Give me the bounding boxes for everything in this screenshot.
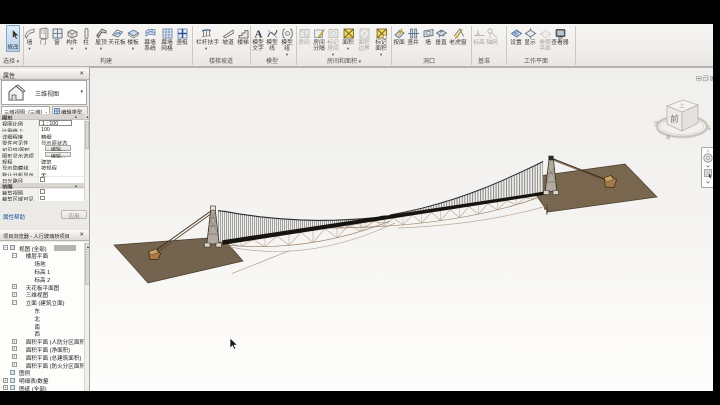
svg-text:前: 前	[670, 113, 679, 125]
svg-text:南: 南	[666, 134, 671, 140]
svg-text:东: 东	[707, 125, 712, 131]
svg-text:上: 上	[679, 102, 685, 110]
svg-text:A: A	[254, 29, 262, 41]
